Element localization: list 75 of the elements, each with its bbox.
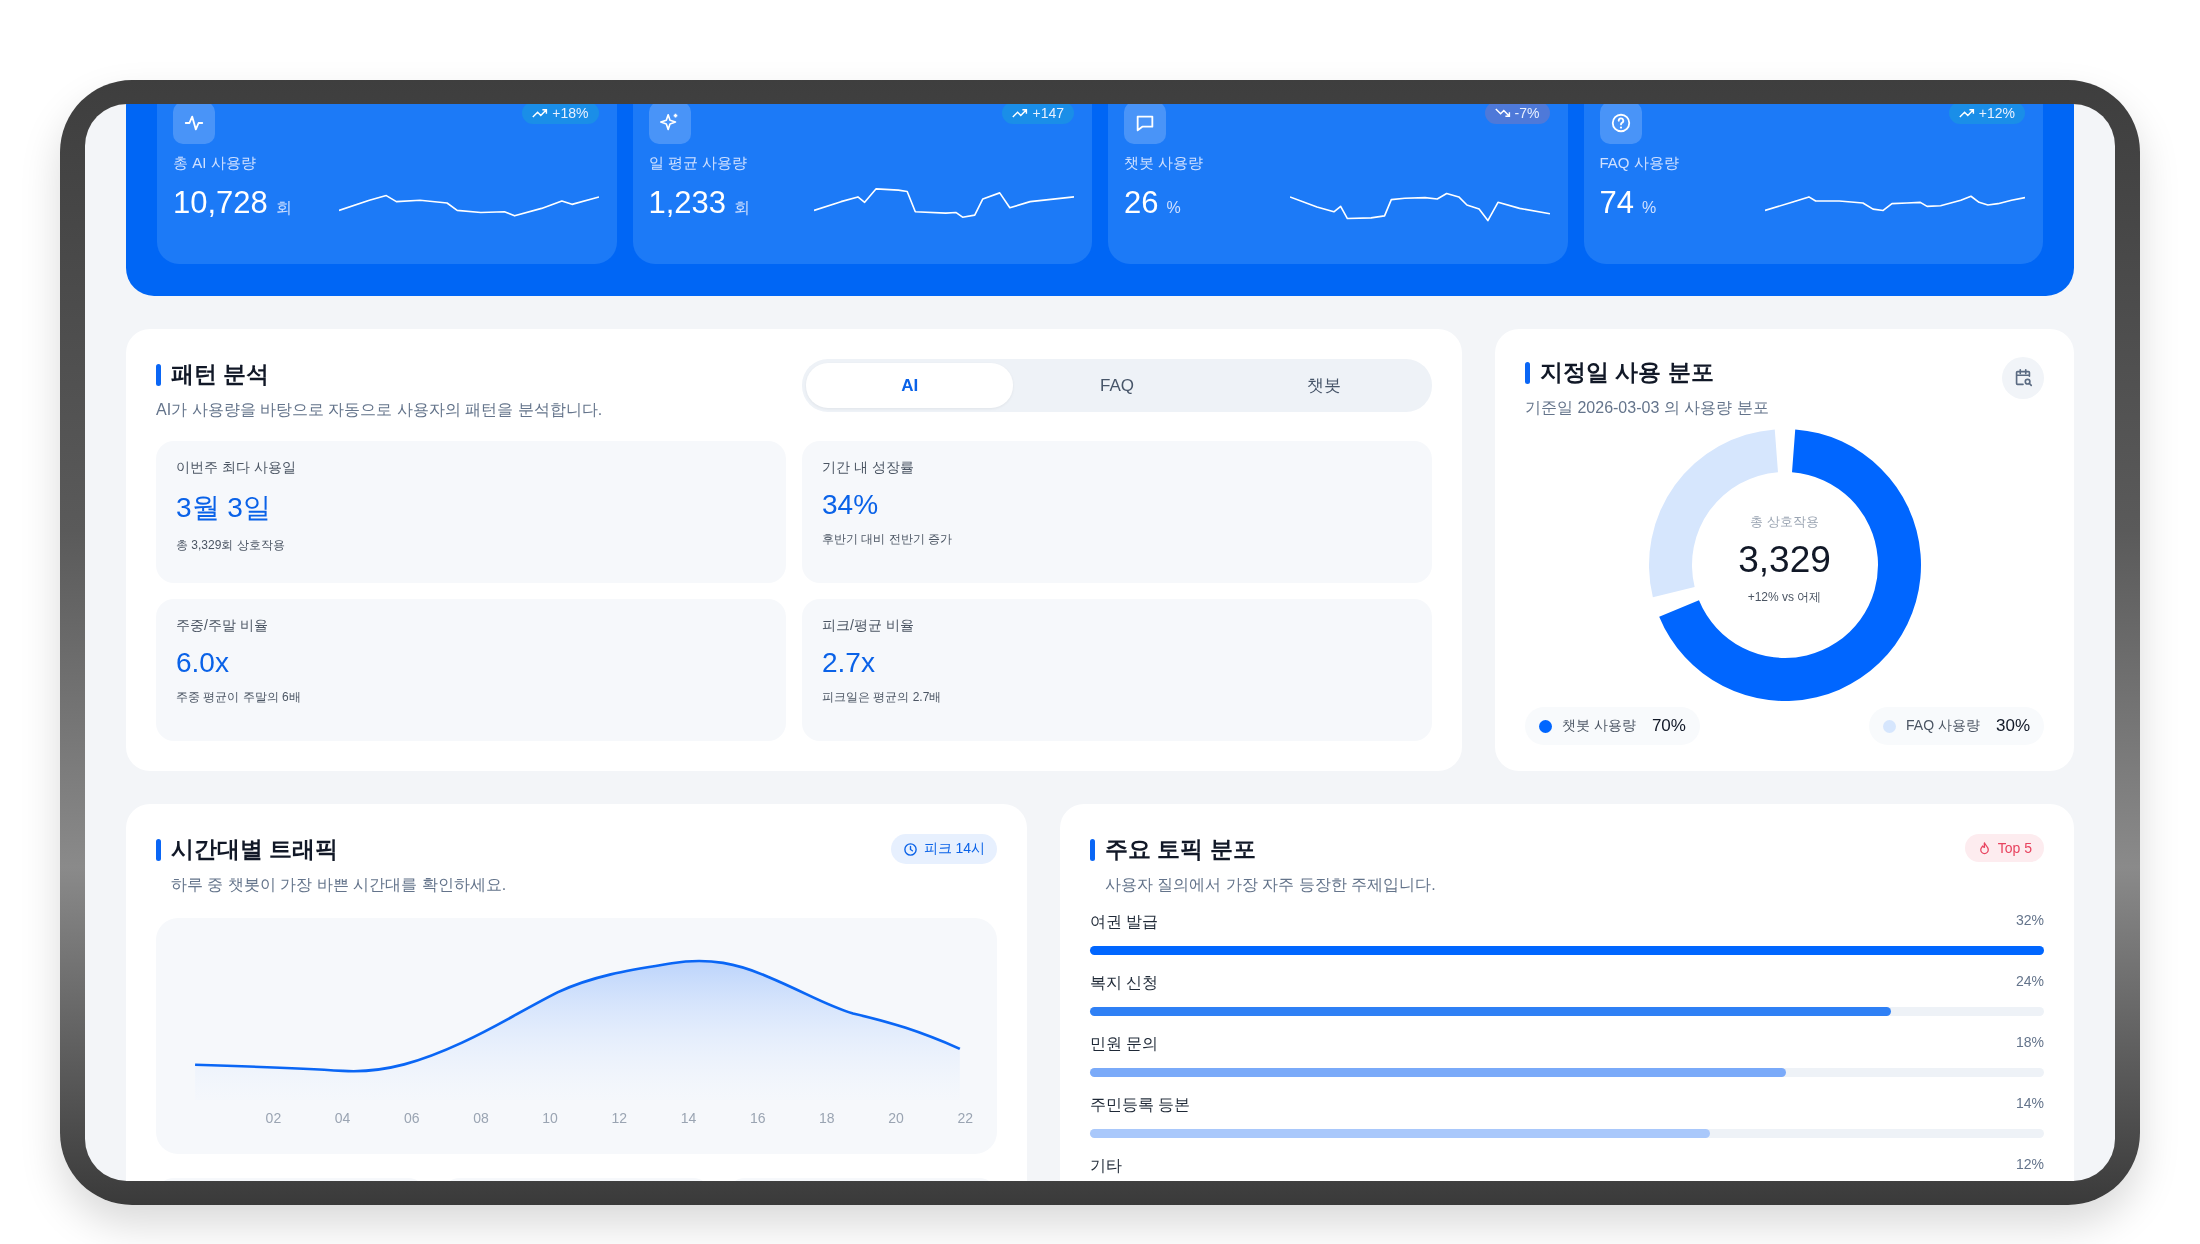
axis-label: 02 [264, 1110, 283, 1126]
stat-value: 10,728 [173, 185, 268, 221]
tab[interactable]: FAQ [1013, 363, 1221, 408]
section-subtitle: 기준일 2026-03-03 의 사용량 분포 [1525, 398, 1769, 418]
topic-percent: 18% [2015, 1034, 2044, 1052]
unit-label: % [1166, 199, 1181, 217]
insight-label: 이번주 최다 사용일 [176, 459, 297, 477]
accent-bar [1090, 838, 1095, 861]
topic-percent: 32% [2015, 912, 2044, 930]
section-title: 지정일 사용 분포 [1540, 358, 1714, 387]
unit-label: 회 [734, 198, 751, 218]
legend-label: 챗봇 사용량 [1562, 717, 1636, 735]
axis-label: 18 [818, 1110, 836, 1126]
change-badge: +18% [522, 104, 599, 124]
section-subtitle: 사용자 질의에서 가장 자주 등장한 주제입니다. [1104, 875, 1436, 895]
center-label: 총 상호작용 [1750, 513, 1819, 531]
legend-label: FAQ 사용량 [1906, 717, 1980, 735]
section-title: 시간대별 트래픽 [171, 835, 339, 864]
insight-note: 총 3,329회 상호작용 [176, 537, 286, 554]
axis-label: 10 [541, 1110, 559, 1126]
section-title: 패턴 분석 [171, 360, 270, 389]
stat-value: 26 [1124, 185, 1159, 221]
topic-label: 민원 문의 [1090, 1034, 1159, 1054]
axis-label: 04 [333, 1110, 352, 1126]
accent-bar [1525, 361, 1530, 384]
topic-label: 기타 [1090, 1156, 1122, 1176]
change-badge: -7% [1484, 104, 1550, 124]
topic-percent: 24% [2015, 973, 2044, 991]
insight-value: 3월 3일 [176, 491, 272, 525]
axis-label: 16 [748, 1110, 767, 1126]
tab[interactable]: AI [806, 363, 1014, 408]
unit-label: 회 [275, 198, 292, 218]
section-subtitle: 하루 중 챗봇이 가장 바쁜 시간대를 확인하세요. [170, 875, 507, 895]
topic-label: 주민등록 등본 [1090, 1095, 1191, 1115]
axis-label: 06 [402, 1110, 421, 1126]
legend-value: 70% [1651, 716, 1686, 736]
calendar-button[interactable] [2002, 357, 2044, 399]
stat-value: 1,233 [648, 185, 727, 221]
topic-label: 복지 신청 [1090, 973, 1159, 993]
axis-label: 12 [610, 1110, 629, 1126]
tab[interactable]: 챗봇 [1220, 363, 1428, 408]
legend-value: 30% [1995, 716, 2030, 736]
insight-note: 후반기 대비 전반기 증가 [822, 531, 953, 548]
accent-bar [156, 363, 161, 386]
axis-label: 14 [679, 1110, 698, 1126]
stat-label: FAQ 사용량 [1599, 154, 1680, 173]
stat-label: 챗봇 사용량 [1124, 154, 1205, 173]
insight-label: 기간 내 성장률 [822, 459, 915, 477]
insight-value: 2.7x [822, 647, 876, 679]
unit-label: % [1642, 199, 1657, 217]
axis-label: 08 [472, 1110, 490, 1126]
stat-label: 일 평균 사용량 [648, 154, 748, 173]
section-title: 주요 토픽 분포 [1105, 835, 1256, 864]
axis-label: 22 [956, 1110, 974, 1126]
topic-label: 여권 발급 [1090, 912, 1159, 932]
top-badge: Top 5 [1964, 834, 2044, 862]
insight-label: 주중/주말 비율 [176, 617, 269, 635]
topic-percent: 12% [2015, 1156, 2044, 1174]
insight-note: 피크일은 평균의 2.7배 [822, 689, 943, 706]
insight-note: 주중 평균이 주말의 6배 [176, 689, 302, 706]
peak-badge: 피크 14시 [890, 834, 997, 864]
accent-bar [156, 838, 161, 861]
center-value: 3,329 [1738, 539, 1831, 581]
insight-value: 34% [822, 489, 880, 521]
stat-value: 74 [1599, 185, 1634, 221]
center-note: +12% vs 어제 [1747, 589, 1822, 606]
topic-percent: 14% [2015, 1095, 2044, 1113]
change-badge: +12% [1948, 104, 2025, 124]
insight-value: 6.0x [176, 647, 230, 679]
stat-label: 총 AI 사용량 [173, 154, 257, 173]
change-badge: +147 [1002, 104, 1074, 124]
section-subtitle: AI가 사용량을 바탕으로 자동으로 사용자의 패턴을 분석합니다. [156, 400, 603, 420]
help-icon [1609, 112, 1632, 134]
insight-label: 피크/평균 비율 [822, 617, 915, 635]
axis-label: 20 [887, 1110, 905, 1126]
